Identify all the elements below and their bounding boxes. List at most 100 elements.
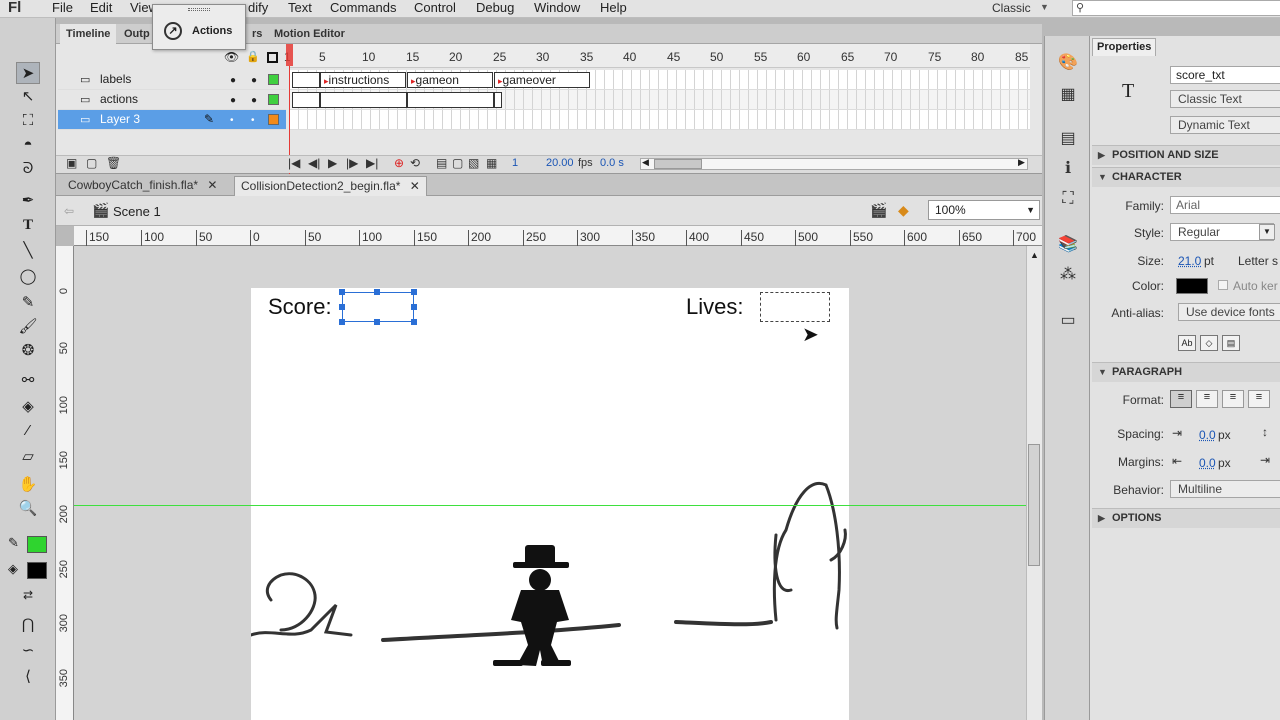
layer-row-layer-3[interactable]: ▭ Layer 3 ✎ • • — [58, 110, 286, 130]
go-first-frame-icon[interactable]: |◀ — [288, 156, 300, 170]
free-transform-tool-icon[interactable]: ⛶ — [16, 110, 40, 132]
brush-tool-icon[interactable]: 🖌 — [16, 316, 40, 338]
layer-row-labels[interactable]: ▭ labels ● ● — [58, 70, 286, 90]
keyframe-span[interactable] — [320, 92, 407, 108]
onion-skin-icon[interactable]: ▤ — [436, 156, 447, 170]
fill-color-swatch[interactable] — [27, 562, 47, 579]
tab-output[interactable]: Outp — [118, 24, 156, 44]
section-paragraph[interactable]: ▼ PARAGRAPH — [1092, 362, 1280, 382]
oval-tool-icon[interactable]: ◯ — [16, 266, 40, 288]
visibility-dot[interactable]: ● — [230, 75, 236, 86]
straighten-icon[interactable]: ⟨ — [16, 666, 40, 688]
pen-tool-icon[interactable]: ✒ — [16, 190, 40, 212]
scroll-left-icon[interactable]: ◀ — [642, 157, 649, 168]
keyframe-span[interactable] — [292, 92, 320, 108]
loop-icon[interactable]: ⟲ — [410, 156, 420, 170]
render-html-icon[interactable]: ◇ — [1200, 335, 1218, 351]
instance-name-input[interactable]: score_txt — [1170, 66, 1280, 84]
center-frame-icon[interactable]: ⊕ — [394, 156, 404, 170]
antialias-select[interactable]: Use device fonts — [1178, 303, 1280, 321]
menu-modify[interactable]: dify — [248, 0, 268, 16]
snap-magnet-icon[interactable]: ⋂ — [16, 614, 40, 636]
section-options[interactable]: ▶ OPTIONS — [1092, 508, 1280, 528]
frame-rate[interactable]: 20.00 — [546, 157, 574, 169]
visibility-dot[interactable]: ● — [230, 95, 236, 106]
go-last-frame-icon[interactable]: ▶| — [366, 156, 378, 170]
scene-breadcrumb[interactable]: Scene 1 — [113, 204, 161, 219]
selection-handle[interactable] — [374, 319, 380, 325]
pencil-tool-icon[interactable]: ✎ — [16, 292, 40, 314]
font-family-input[interactable]: Arial — [1170, 196, 1280, 214]
timeline-scroll-thumb[interactable] — [654, 159, 702, 169]
actions-label[interactable]: Actions — [192, 25, 232, 37]
new-layer-icon[interactable]: ▣ — [66, 156, 77, 170]
current-frame[interactable]: 1 — [512, 157, 518, 169]
show-hide-all-icon[interactable]: 👁 — [224, 50, 239, 64]
margins-value[interactable]: 0.0 — [1199, 456, 1216, 470]
text-engine-select[interactable]: Classic Text — [1170, 90, 1280, 108]
frame-label-instructions[interactable]: ▸instructions — [320, 72, 406, 88]
components-panel-icon[interactable]: ⁂ — [1056, 264, 1080, 286]
onion-outline-icon[interactable]: ▢ — [452, 156, 463, 170]
line-tool-icon[interactable]: ╲ — [16, 240, 40, 262]
edit-scene-icon[interactable]: 🎬 — [870, 202, 887, 219]
menu-window[interactable]: Window — [534, 0, 580, 16]
tab-properties[interactable]: Properties — [1092, 38, 1156, 56]
keyframe-span[interactable] — [292, 72, 320, 88]
selection-handle[interactable] — [339, 304, 345, 310]
actions-icon[interactable]: ↗ — [164, 22, 182, 40]
selection-handle[interactable] — [339, 289, 345, 295]
swap-colors-icon[interactable]: ⇄ — [16, 584, 40, 606]
selection-tool-icon[interactable]: ➤ — [16, 62, 40, 84]
modify-markers-icon[interactable]: ▦ — [486, 156, 497, 170]
step-forward-icon[interactable]: |▶ — [346, 156, 358, 170]
edit-symbols-icon[interactable]: ◆ — [898, 202, 909, 219]
scroll-right-icon[interactable]: ▶ — [1018, 157, 1025, 168]
tab-motion-editor[interactable]: Motion Editor — [268, 24, 351, 44]
text-type-select[interactable]: Dynamic Text — [1170, 116, 1280, 134]
zoom-select[interactable]: 100% ▼ — [928, 200, 1040, 220]
score-label[interactable]: Score: — [268, 294, 332, 320]
lock-dot[interactable]: • — [251, 115, 255, 126]
3d-rotation-tool-icon[interactable]: ◓ — [16, 134, 40, 156]
menu-help[interactable]: Help — [600, 0, 627, 16]
selection-handle[interactable] — [411, 289, 417, 295]
step-back-icon[interactable]: ◀| — [308, 156, 320, 170]
subselection-tool-icon[interactable]: ↖ — [16, 86, 40, 108]
chevron-down-icon[interactable]: ▼ — [1259, 224, 1275, 240]
selection-handle[interactable] — [411, 319, 417, 325]
text-tool-icon[interactable]: T — [16, 214, 40, 236]
eraser-tool-icon[interactable]: ▱ — [16, 446, 40, 468]
library-panel-icon[interactable]: 📚 — [1056, 234, 1080, 256]
swatches-icon[interactable]: ▦ — [1056, 84, 1080, 106]
selectable-icon[interactable]: Ab — [1178, 335, 1196, 351]
align-panel-icon[interactable]: ▤ — [1056, 128, 1080, 150]
menu-text[interactable]: Text — [288, 0, 312, 16]
spacing-value[interactable]: 0.0 — [1199, 428, 1216, 442]
tab-timeline[interactable]: Timeline — [60, 24, 117, 44]
back-arrow-icon[interactable]: ⇦ — [64, 204, 74, 218]
close-icon[interactable]: ✕ — [410, 179, 420, 193]
drag-grip[interactable] — [188, 8, 210, 11]
align-left-icon[interactable]: ≡ — [1170, 390, 1192, 408]
close-icon[interactable]: ✕ — [207, 178, 217, 192]
menu-edit[interactable]: Edit — [90, 0, 112, 16]
selection-handle[interactable] — [374, 289, 380, 295]
frame-ruler[interactable] — [290, 44, 1030, 68]
new-folder-icon[interactable]: ▢ — [86, 156, 97, 170]
lives-label[interactable]: Lives: — [686, 294, 743, 320]
paint-bucket-tool-icon[interactable]: ◈ — [16, 396, 40, 418]
align-center-icon[interactable]: ≡ — [1196, 390, 1218, 408]
zoom-tool-icon[interactable]: 🔍 — [16, 498, 40, 520]
smooth-icon[interactable]: ∽ — [16, 640, 40, 662]
deco-tool-icon[interactable]: ❂ — [16, 340, 40, 362]
transform-panel-icon[interactable]: ⛶ — [1056, 188, 1080, 210]
tab-compiler-errors[interactable]: rs — [246, 24, 268, 44]
layer-outline-color[interactable] — [268, 74, 279, 85]
selection-handle[interactable] — [339, 319, 345, 325]
layer-row-actions[interactable]: ▭ actions ● ● — [58, 90, 286, 110]
scroll-up-icon[interactable]: ▲ — [1030, 250, 1039, 260]
delete-layer-icon[interactable]: 🗑 — [106, 156, 121, 170]
align-justify-icon[interactable]: ≡ — [1248, 390, 1270, 408]
text-color-swatch[interactable] — [1176, 278, 1208, 294]
